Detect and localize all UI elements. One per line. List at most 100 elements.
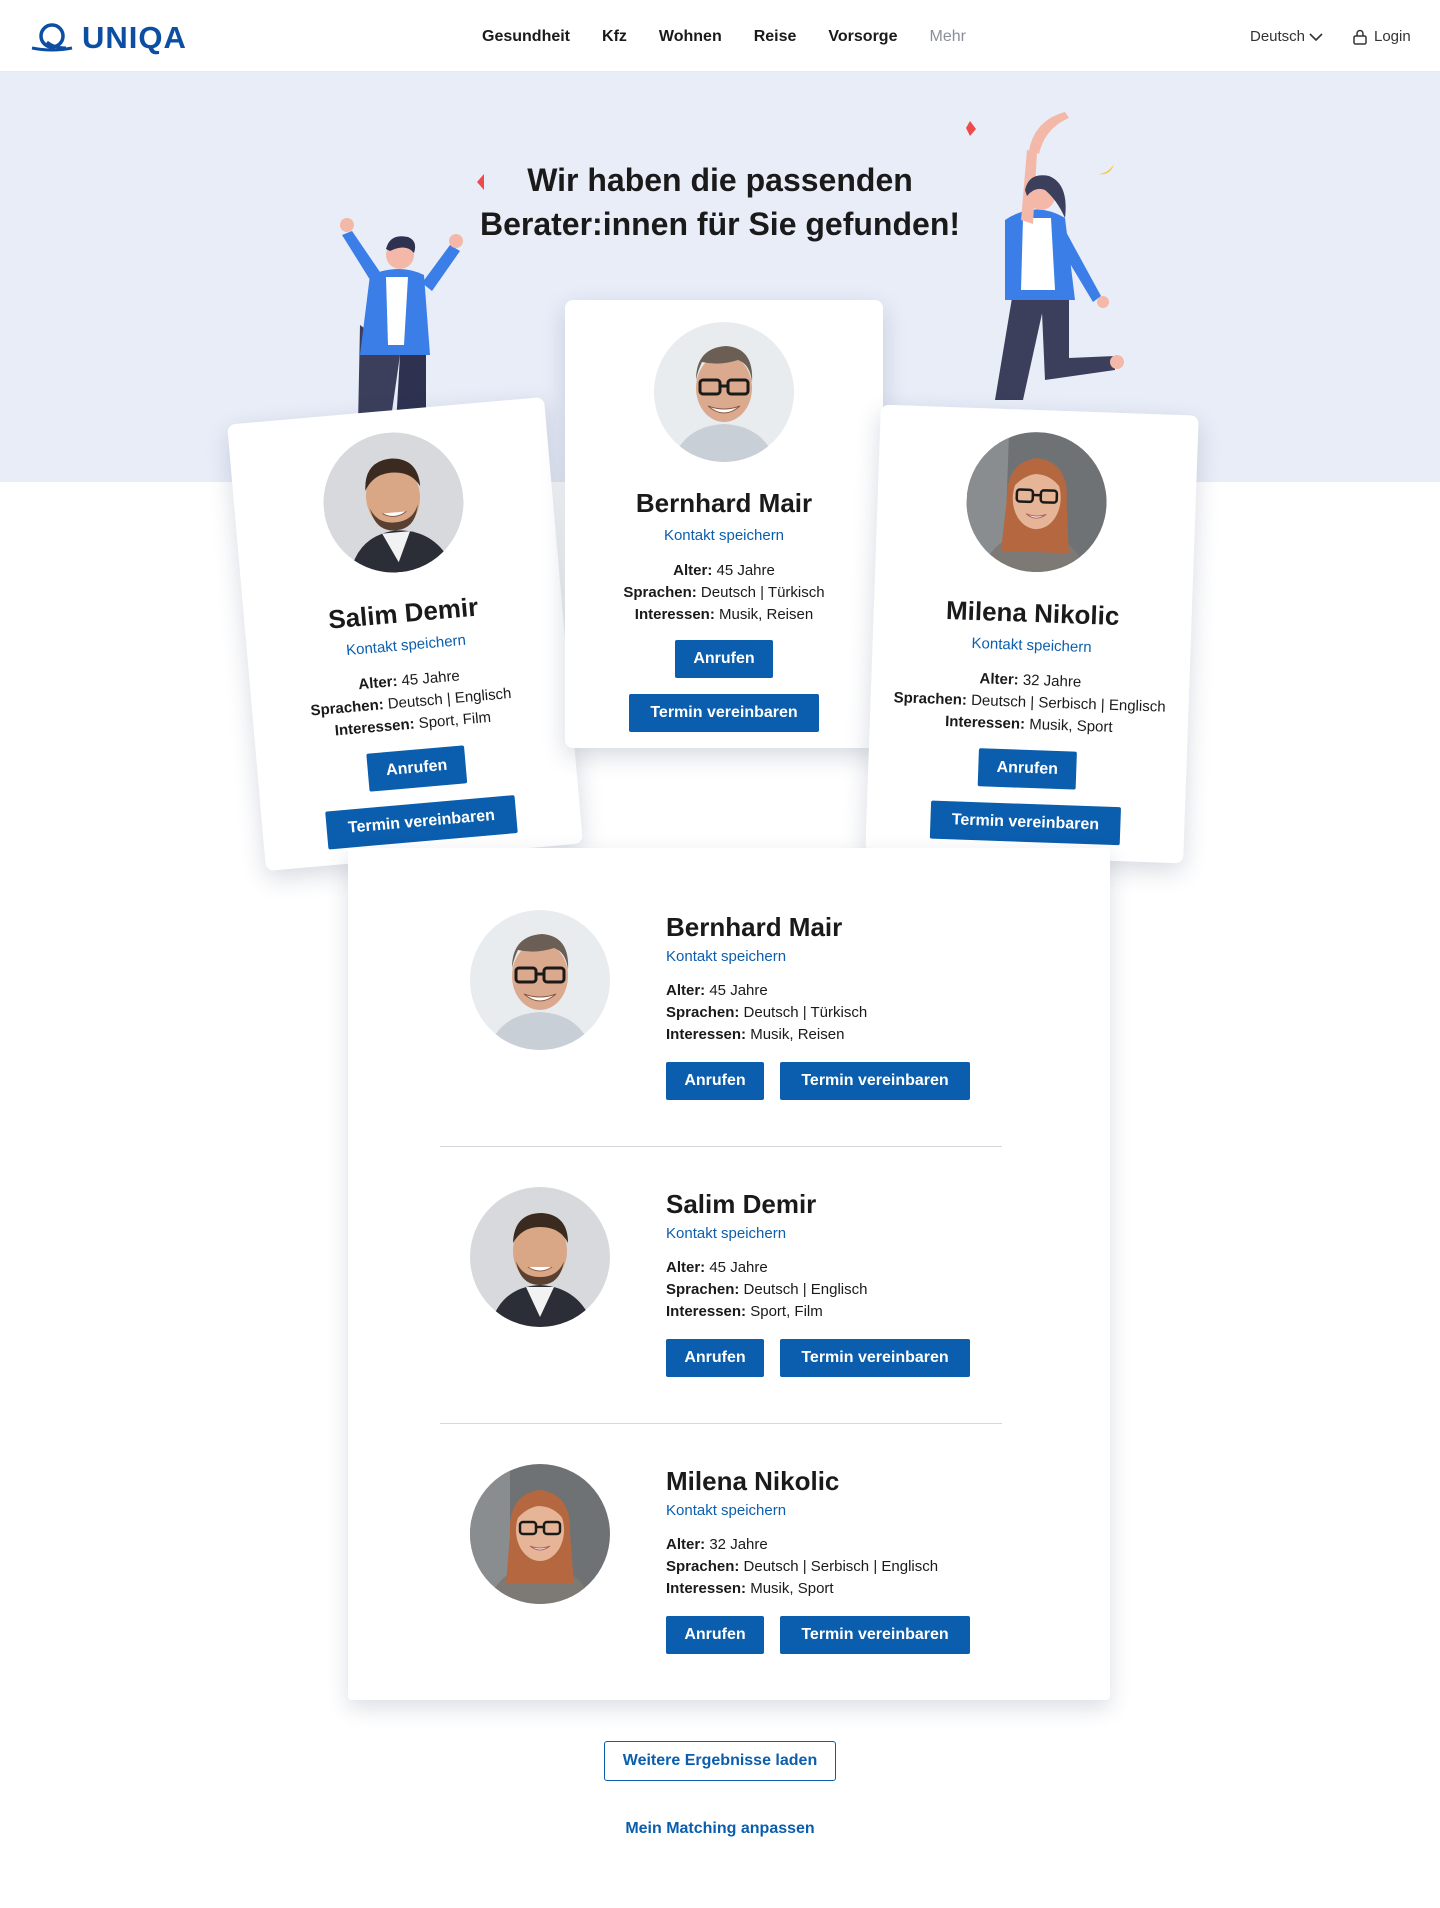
save-contact-link[interactable]: Kontakt speichern [666,948,786,965]
age-label: Alter: [673,562,713,579]
featured-card-salim: Salim Demir Kontakt speichern Alter: 45 … [227,396,583,872]
languages-value: Deutsch | Serbisch | Englisch [743,1558,939,1575]
save-contact-link[interactable]: Kontakt speichern [565,527,883,544]
languages-value: Deutsch | Türkisch [700,584,825,601]
list-item: Bernhard Mair Kontakt speichern Alter: 4… [348,848,1110,1125]
list-item: Salim Demir Kontakt speichern Alter: 45 … [348,1125,1110,1402]
languages-value: Deutsch | Türkisch [743,1004,868,1021]
call-button[interactable]: Anrufen [666,1062,764,1100]
interests-value: Musik, Sport [1028,715,1113,736]
interests-value: Musik, Sport [750,1580,834,1597]
interests-value: Sport, Film [750,1303,823,1320]
save-contact-link[interactable]: Kontakt speichern [666,1225,786,1242]
call-button[interactable]: Anrufen [666,1339,764,1377]
adjust-matching-link[interactable]: Mein Matching anpassen [560,1820,880,1838]
uniqa-logo-icon [31,23,73,52]
interests-label: Interessen: [944,713,1026,733]
page-title-line-2: Berater:innen für Sie gefunden! [479,206,961,242]
advisor-info: Alter: 45 Jahre Sprachen: Deutsch | Türk… [565,560,883,626]
age-value: 45 Jahre [709,1259,768,1276]
call-button[interactable]: Anrufen [675,640,773,678]
nav-item-reise[interactable]: Reise [754,28,797,46]
languages-label: Sprachen: [309,696,385,720]
advisor-info: Alter: 45 Jahre Sprachen: Deutsch | Türk… [666,980,867,1046]
list-item: Milena Nikolic Kontakt speichern Alter: … [348,1402,1110,1679]
interests-label: Interessen: [634,606,715,623]
interests-label: Interessen: [334,715,416,740]
celebrating-woman-illustration [995,112,1124,400]
avatar [317,426,470,579]
featured-card-bernhard: Bernhard Mair Kontakt speichern Alter: 4… [565,300,883,748]
age-value: 45 Jahre [709,982,768,999]
age-value: 32 Jahre [1022,671,1082,691]
interests-label: Interessen: [666,1303,747,1320]
age-value: 32 Jahre [709,1536,768,1553]
celebrating-man-illustration [340,218,463,425]
age-label: Alter: [979,670,1019,689]
advisor-info: Alter: 32 Jahre Sprachen: Deutsch | Serb… [870,664,1190,741]
age-value: 45 Jahre [400,667,461,690]
age-label: Alter: [666,982,706,999]
age-value: 45 Jahre [716,562,775,579]
advisor-name: Salim Demir [666,1189,817,1219]
interests-label: Interessen: [666,1580,747,1597]
advisor-info: Alter: 45 Jahre Sprachen: Deutsch | Engl… [250,656,573,749]
languages-value: Deutsch | Englisch [743,1281,868,1298]
avatar [470,1464,610,1604]
interests-value: Sport, Film [417,708,492,733]
appointment-button[interactable]: Termin vereinbaren [929,800,1122,846]
languages-label: Sprachen: [623,584,697,601]
advisor-info: Alter: 32 Jahre Sprachen: Deutsch | Serb… [666,1534,938,1600]
appointment-button[interactable]: Termin vereinbaren [780,1616,970,1654]
age-label: Alter: [666,1536,706,1553]
call-button[interactable]: Anrufen [366,745,468,792]
featured-card-milena: Milena Nikolic Kontakt speichern Alter: … [865,404,1199,864]
save-contact-link[interactable]: Kontakt speichern [872,631,1190,659]
uniqa-logo[interactable]: UNIQA [30,20,187,56]
chevron-down-icon [1309,32,1323,41]
languages-label: Sprachen: [666,1004,740,1021]
advisor-name: Bernhard Mair [666,912,843,942]
language-label: Deutsch [1250,28,1306,45]
advisor-list: Bernhard Mair Kontakt speichern Alter: 4… [348,848,1110,1700]
nav-item-mehr[interactable]: Mehr [929,28,965,46]
lock-icon [1353,29,1367,45]
avatar [470,1187,610,1327]
avatar [470,910,610,1050]
save-contact-link[interactable]: Kontakt speichern [666,1502,786,1519]
advisor-name: Milena Nikolic [945,594,1120,632]
confetti-red-left [477,174,484,190]
nav-item-gesundheit[interactable]: Gesundheit [482,28,570,46]
nav-item-vorsorge[interactable]: Vorsorge [828,28,897,46]
interests-label: Interessen: [666,1026,747,1043]
login-label: Login [1374,28,1411,45]
site-header: UNIQA Gesundheit Kfz Wohnen Reise Vorsor… [0,0,1440,72]
interests-value: Musik, Reisen [719,606,814,623]
appointment-button[interactable]: Termin vereinbaren [780,1339,970,1377]
page-title: Wir haben die passenden Berater:innen fü… [470,158,970,246]
appointment-button[interactable]: Termin vereinbaren [325,795,518,850]
age-label: Alter: [357,672,399,694]
languages-label: Sprachen: [666,1281,740,1298]
age-label: Alter: [666,1259,706,1276]
languages-label: Sprachen: [893,689,968,709]
load-more-button[interactable]: Weitere Ergebnisse laden [604,1741,836,1781]
avatar [654,322,794,462]
nav-item-wohnen[interactable]: Wohnen [659,28,722,46]
advisor-name: Bernhard Mair [635,488,813,518]
nav-item-kfz[interactable]: Kfz [602,28,627,46]
main-nav: Gesundheit Kfz Wohnen Reise Vorsorge Meh… [482,28,966,46]
login-link[interactable]: Login [1352,28,1411,45]
call-button[interactable]: Anrufen [977,748,1077,790]
appointment-button[interactable]: Termin vereinbaren [629,694,819,732]
appointment-button[interactable]: Termin vereinbaren [780,1062,970,1100]
call-button[interactable]: Anrufen [666,1616,764,1654]
interests-value: Musik, Reisen [750,1026,845,1043]
languages-label: Sprachen: [666,1558,740,1575]
advisor-name: Milena Nikolic [666,1466,840,1496]
brand-name: UNIQA [82,20,187,55]
page-title-line-1: Wir haben die passenden [527,162,913,198]
avatar [964,429,1110,575]
advisor-info: Alter: 45 Jahre Sprachen: Deutsch | Engl… [666,1257,868,1323]
language-selector[interactable]: Deutsch [1250,28,1323,45]
